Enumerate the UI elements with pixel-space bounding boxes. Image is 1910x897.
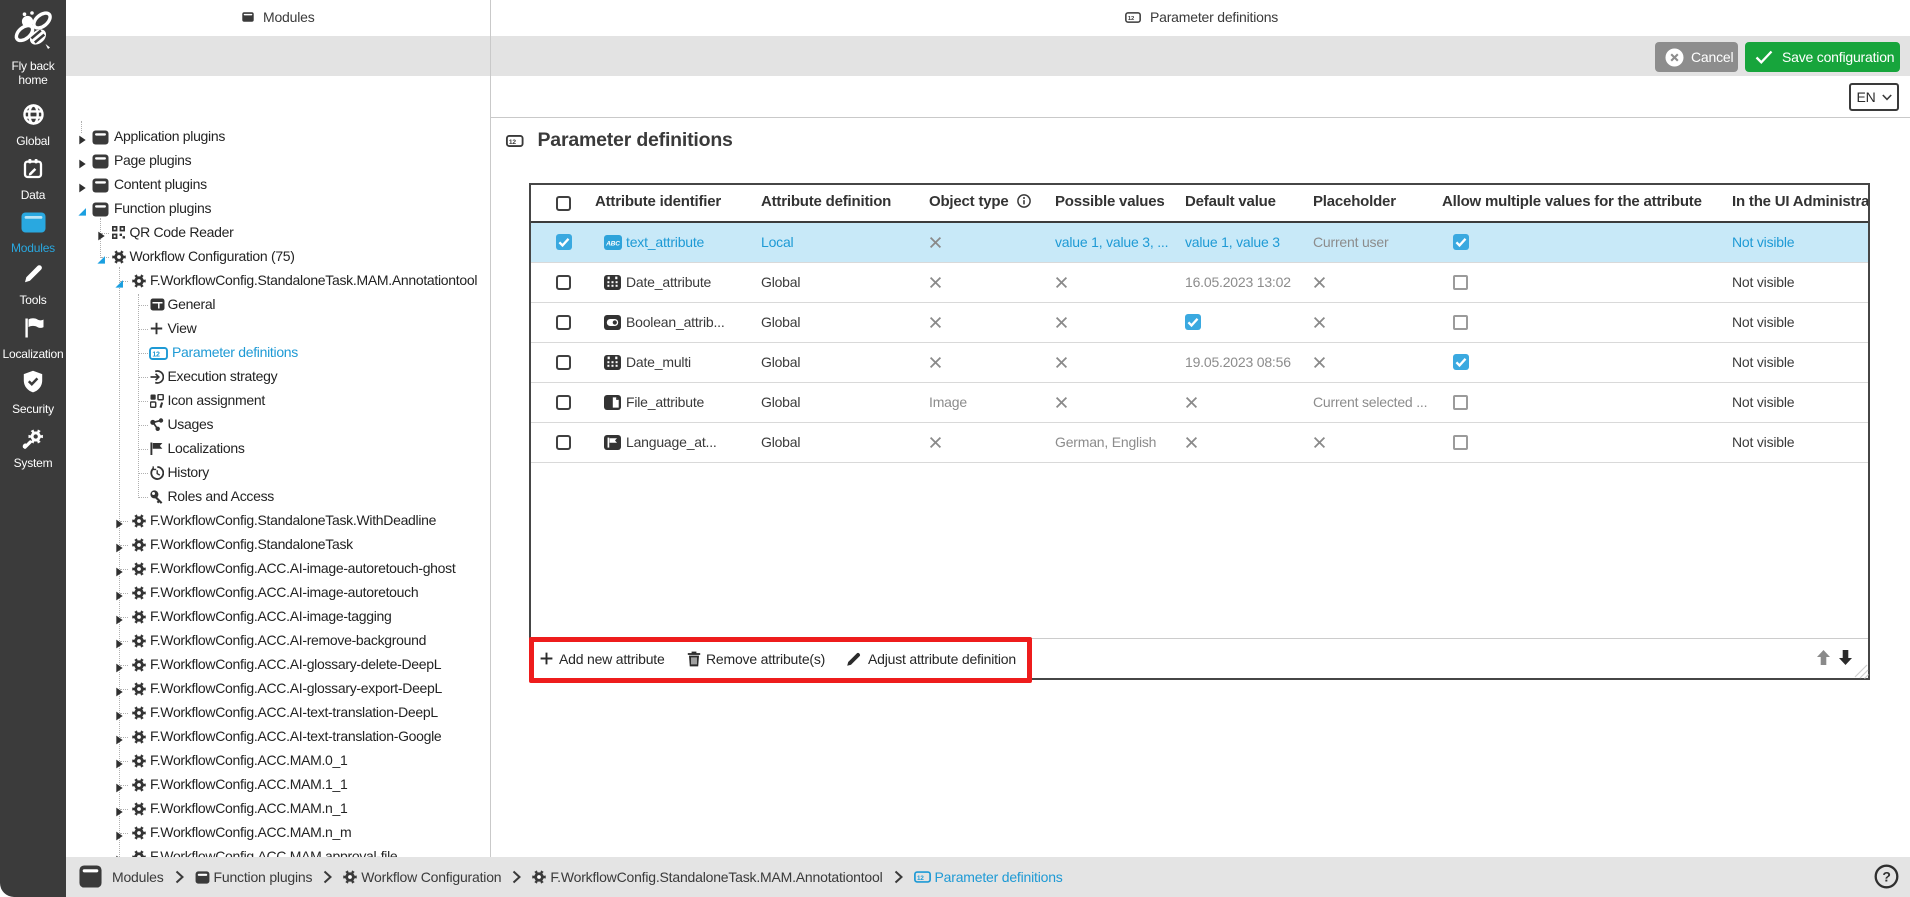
svg-text:12: 12 [917,875,924,882]
svg-text:?: ? [1882,868,1890,884]
svg-text:ABC: ABC [605,240,620,247]
svg-text:12: 12 [1128,16,1135,22]
svg-text:12: 12 [152,352,160,359]
svg-text:12: 12 [509,139,516,146]
